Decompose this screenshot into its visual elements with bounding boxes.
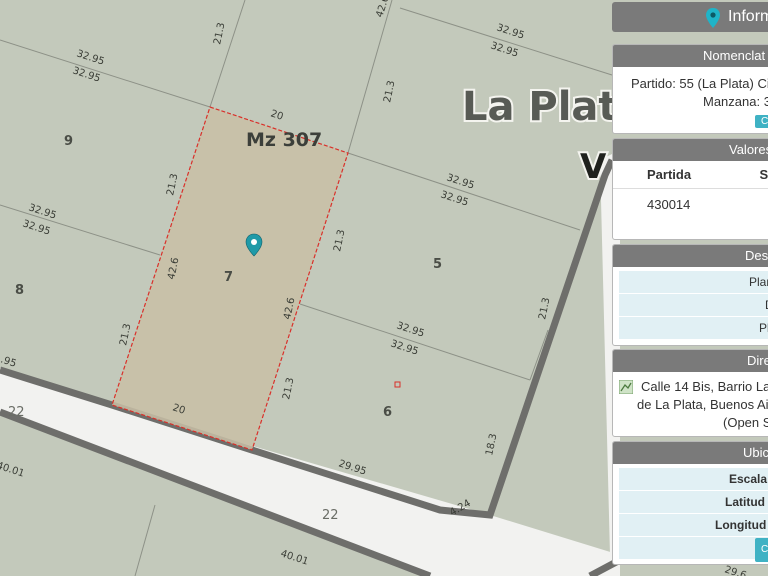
nomenclatura-section: Nomenclat Partido: 55 (La Plata) Cir Man… — [612, 44, 768, 134]
dimension-label: 32.95 — [445, 172, 476, 191]
dimension-label: 40.01 — [0, 460, 26, 479]
dimension-label: 32.95 — [71, 65, 102, 84]
dimension-label: 40.01 — [279, 548, 310, 567]
descripcion-row: Plan — [619, 271, 768, 294]
dimension-label: 21.3 — [165, 173, 180, 197]
dimension-label: 32.95 — [21, 218, 52, 237]
lot-number: 8 — [15, 283, 24, 298]
dimension-label: 21.3 — [332, 229, 347, 253]
dimension-label: 32.95 — [389, 338, 420, 357]
street-label: 22 — [322, 508, 339, 523]
dimension-label: 21.3 — [118, 323, 133, 347]
valores-heading: Valores — [613, 139, 768, 161]
table-row: 430014 — [613, 189, 768, 221]
copy-coordinates-button[interactable]: C — [755, 538, 768, 562]
direccion-section: Dire Calle 14 Bis, Barrio La de La Plata… — [612, 349, 768, 437]
dimension-label: 21.3 — [281, 377, 296, 401]
nomenclatura-line2: Manzana: 3 — [703, 94, 768, 109]
valores-table: Partida S 430014 — [613, 161, 768, 220]
lot-number: 5 — [433, 257, 442, 272]
dimension-label: 29.6 — [723, 564, 748, 576]
city-label: La Plat — [462, 84, 618, 130]
dimension-label: 21.3 — [537, 297, 552, 321]
dimension-label: 32.95 — [495, 22, 526, 41]
table-header-s: S — [711, 161, 768, 189]
street-label: 22 — [8, 405, 25, 420]
info-panel-title: Inform — [728, 8, 768, 25]
descripcion-row: Pl — [619, 317, 768, 340]
direccion-heading: Dire — [613, 350, 768, 372]
ubicacion-heading: Ubic — [613, 442, 768, 464]
lot-number: 9 — [64, 134, 73, 149]
valores-section: Valores Partida S 430014 — [612, 138, 768, 240]
dimension-label: 32.95 — [75, 48, 106, 67]
dimension-label: 20 — [269, 108, 285, 122]
nomenclatura-line1: Partido: 55 (La Plata) Cir — [631, 76, 768, 91]
ubicacion-section: Ubic Escala Latitud Longitud C — [612, 441, 768, 565]
location-pin-icon — [706, 8, 720, 28]
dimension-label: 21.3 — [382, 80, 397, 104]
block-label: Mz 307 — [246, 129, 322, 151]
direccion-line3: (Open S — [723, 415, 768, 430]
dimension-label: 21.3 — [212, 22, 227, 46]
escala-row: Escala — [619, 468, 768, 491]
lot-number: 7 — [224, 270, 233, 285]
descripcion-section: Des Plan D Pl — [612, 244, 768, 346]
latitud-row: Latitud — [619, 491, 768, 514]
partida-value: 430014 — [647, 197, 691, 212]
dimension-label: 32.95 — [489, 40, 520, 59]
info-panel-header[interactable]: Inform — [612, 2, 768, 32]
city-label-secondary: V — [580, 147, 607, 187]
descripcion-heading: Des — [613, 245, 768, 267]
table-header-partida: Partida — [613, 161, 712, 189]
direccion-line1: Calle 14 Bis, Barrio La — [641, 379, 768, 394]
map-thumbnail-icon[interactable] — [619, 380, 633, 394]
copy-button[interactable]: C — [755, 115, 768, 128]
nomenclatura-heading: Nomenclat — [613, 45, 768, 67]
point-marker[interactable] — [394, 381, 401, 388]
dimension-label: 32.95 — [27, 202, 58, 221]
lot-number: 6 — [383, 405, 392, 420]
direccion-line2: de La Plata, Buenos Air — [637, 397, 768, 412]
descripcion-row: D — [619, 294, 768, 317]
longitud-row: Longitud — [619, 514, 768, 537]
dimension-label: 18.3 — [484, 433, 499, 457]
